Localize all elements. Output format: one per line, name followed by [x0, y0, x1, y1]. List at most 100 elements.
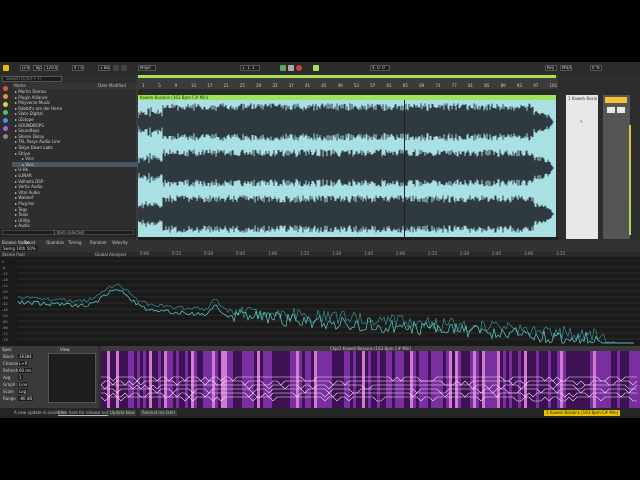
browser-item[interactable]: ▸ Valhalla DSP — [12, 179, 139, 184]
playhead[interactable] — [404, 100, 405, 237]
browser-item[interactable]: ▸ LUNAR — [12, 173, 139, 178]
db-label: -30 — [2, 290, 8, 294]
update-now-button[interactable]: Update Now — [108, 410, 137, 416]
view-label[interactable]: View — [60, 347, 70, 352]
spectrum-trace — [17, 289, 634, 344]
remind-later-button[interactable]: Remind me later — [140, 410, 178, 416]
tempo-field[interactable]: 120.00 — [44, 65, 58, 71]
preview-status: 1 item selected — [53, 230, 85, 235]
ruler-mark: 77 — [451, 83, 457, 88]
browser-item[interactable]: ▸ Stereo Delay — [12, 134, 139, 139]
release-notes-link[interactable]: Click here for release notes — [58, 408, 113, 418]
browser-item[interactable]: ▸ Audio — [12, 223, 139, 228]
link-button[interactable]: Link — [20, 65, 30, 71]
param-value[interactable]: L+R — [18, 361, 29, 366]
browser-item[interactable]: ▸ Vital Audio — [12, 190, 139, 195]
browser-item[interactable]: ▸ Slate Digital — [12, 111, 139, 116]
ruler-mark: 81 — [468, 83, 474, 88]
follow-icon[interactable] — [121, 65, 127, 71]
browser-item[interactable]: ▸ Plug-Ins — [12, 201, 139, 206]
db-label: -42 — [2, 302, 8, 306]
browser-item[interactable]: ▸ iZotope — [12, 117, 139, 122]
loop-length-field[interactable]: 4. 0. 0 — [370, 65, 390, 71]
browser-item[interactable]: ▸ Waldorf — [12, 195, 139, 200]
browser-item[interactable]: ▸ TAL Pasys Audio Line — [12, 139, 139, 144]
mixer-strip — [603, 95, 631, 239]
db-label: -36 — [2, 296, 8, 300]
device-title[interactable]: Spec — [2, 347, 12, 352]
param-value[interactable]: -80 dB — [18, 396, 34, 401]
ruler-mark: 69 — [419, 83, 425, 88]
browser-item[interactable]: ▸ Utility — [12, 218, 139, 223]
param-value[interactable]: 60 ms — [18, 368, 33, 373]
loop-icon[interactable] — [313, 65, 319, 71]
time-mark: 1:45 — [364, 251, 373, 256]
browser-item[interactable]: ▸ Polyverse Music — [12, 100, 139, 105]
collection-yellow-icon[interactable] — [3, 102, 8, 107]
browser-item[interactable]: ▸ Plugin Alliance — [12, 95, 139, 100]
collection-red-icon[interactable] — [3, 86, 8, 91]
browser-item[interactable]: ▸ Stripe — [12, 151, 139, 156]
clip-tab[interactable]: Random — [90, 240, 107, 245]
browser-item[interactable]: ▸ Vice — [12, 156, 146, 161]
solo-button[interactable] — [607, 107, 615, 113]
cpu-meter: 0 % — [590, 65, 602, 71]
browser-item[interactable]: ▸ Tags — [12, 207, 139, 212]
collection-purple-icon[interactable] — [3, 126, 8, 131]
position-field[interactable]: 1. 1. 1 — [240, 65, 260, 71]
spectrum-device: Spec View Block 16384 Channel L+R Refresh 60 … — [0, 346, 98, 408]
key-select[interactable]: Major — [138, 65, 156, 71]
midi-map-button[interactable]: MIDI — [560, 65, 572, 71]
metronome-icon[interactable] — [113, 65, 119, 71]
param-value[interactable]: Line — [18, 382, 29, 387]
param-value[interactable]: 1 — [18, 375, 23, 380]
browser-item[interactable]: ▸ U-He — [12, 167, 139, 172]
ruler-mark: 93 — [516, 83, 522, 88]
arm-button[interactable] — [617, 107, 625, 113]
device-display[interactable] — [48, 353, 96, 403]
stop-icon[interactable] — [288, 65, 294, 71]
param-label: Graph — [3, 382, 16, 387]
spectrogram[interactable] — [101, 351, 640, 408]
clip-tab[interactable]: Boost — [24, 240, 35, 245]
selected-track-label[interactable]: 1 Kaweh Bosions (163 Bpm C# Min) — [544, 410, 621, 416]
spectrum-analyzer: 0 -6 -12 -18 -24 -30 -36 -42 -48 -54 -60 -66 -72 -78 — [0, 252, 640, 346]
browser-item[interactable]: ▸ Vice — [12, 161, 146, 167]
clip-tab[interactable]: Velocity — [112, 240, 128, 245]
browser-item[interactable]: ▸ Tools — [12, 212, 139, 217]
time-mark: 2:15 — [428, 251, 437, 256]
record-icon[interactable] — [296, 65, 302, 71]
param-label: Avg — [3, 375, 11, 380]
browser-item[interactable]: ▸ Tokyo Dawn Labs — [12, 145, 139, 150]
analyzer-mode[interactable]: Global Analyzer — [95, 252, 126, 257]
key-map-button[interactable]: Key — [545, 65, 557, 71]
ruler-mark: 1 — [142, 83, 145, 88]
param-value[interactable]: 16384 — [18, 354, 33, 359]
collection-orange-icon[interactable] — [3, 94, 8, 99]
signature-field[interactable]: 4 / 4 — [72, 65, 84, 71]
clip-tab[interactable]: Timing — [68, 240, 82, 245]
browser-item[interactable]: ▸ SOUNDBOPS — [12, 123, 139, 128]
ruler-mark: 13 — [190, 83, 196, 88]
collection-green-icon[interactable] — [3, 110, 8, 115]
collection-gray-icon[interactable] — [3, 134, 8, 139]
browser-item[interactable]: ▸ Rabbit's om der Herre — [12, 106, 139, 111]
groove-field[interactable]: Swing 16th 50% — [2, 246, 38, 251]
browser-item[interactable]: ▸ Vertiv Audio — [12, 184, 139, 189]
browser-search-input[interactable]: Search (Cmd + F) — [2, 76, 62, 82]
spectrum-trace — [17, 283, 634, 344]
play-icon[interactable] — [280, 65, 286, 71]
collection-blue-icon[interactable] — [3, 118, 8, 123]
browser-item[interactable]: ▸ Soundtoys — [12, 128, 139, 133]
waveform-channel — [138, 195, 554, 233]
browser-item[interactable]: ▸ Martin Demos — [12, 89, 139, 94]
audio-clip[interactable] — [138, 100, 556, 237]
param-value[interactable]: Log — [18, 389, 28, 394]
track-activator[interactable] — [605, 97, 627, 103]
tap-button[interactable]: Tap — [33, 65, 42, 71]
clip-tab[interactable]: Quantize — [46, 240, 64, 245]
loop-brace[interactable] — [138, 75, 556, 78]
track-name-box[interactable]: 1 Kaweh Bosio ↖ — [566, 95, 598, 239]
preview-waveform[interactable]: 1 item selected — [2, 230, 134, 235]
quantize-select[interactable]: 1 Bar — [98, 65, 110, 71]
